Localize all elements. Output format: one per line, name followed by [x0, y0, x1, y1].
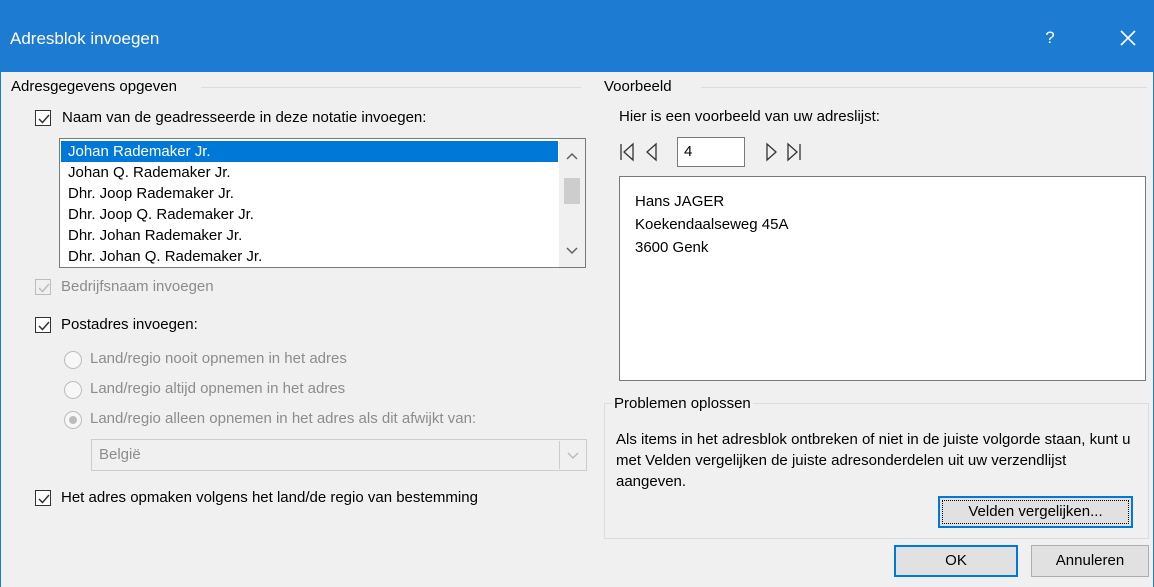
checkmark-icon: [38, 321, 50, 331]
list-item[interactable]: Johan Q. Rademaker Jr.: [68, 162, 231, 183]
company-name-label: Bedrijfsnaam invoegen: [61, 278, 214, 295]
preview-caption: Hier is een voorbeeld van uw adreslijst:: [619, 108, 880, 125]
preview-line: 3600 Genk: [635, 239, 709, 256]
scroll-up-icon[interactable]: [559, 148, 585, 170]
country-select[interactable]: België: [91, 439, 587, 471]
record-number-input[interactable]: 4: [677, 137, 745, 167]
country-never-label: Land/regio nooit opnemen in het adres: [90, 350, 347, 367]
dialog-title: Adresblok invoegen: [10, 29, 160, 48]
first-record-icon[interactable]: [619, 140, 637, 164]
chevron-down-icon[interactable]: [559, 441, 585, 469]
list-item[interactable]: Johan Rademaker Jr.: [61, 141, 558, 162]
country-always-label: Land/regio altijd opnemen in het adres: [90, 380, 346, 397]
country-differs-label: Land/regio alleen opnemen in het adres a…: [90, 410, 477, 427]
group-divider: [701, 87, 1147, 88]
title-bar: Adresblok invoegen ?: [0, 0, 1154, 72]
ok-button[interactable]: OK: [894, 545, 1018, 577]
address-preview-box: Hans JAGER Koekendaalseweg 45A 3600 Genk: [619, 176, 1146, 381]
preview-group-title: Voorbeeld: [604, 78, 672, 95]
match-fields-button[interactable]: Velden vergelijken...: [938, 496, 1133, 528]
help-button[interactable]: ?: [1035, 23, 1065, 53]
name-format-label: Naam van de geadresseerde in deze notati…: [62, 109, 427, 126]
match-fields-label: Velden vergelijken...: [942, 500, 1129, 524]
format-by-country-label: Het adres opmaken volgens het land/de re…: [61, 489, 478, 506]
name-format-listbox[interactable]: Johan Rademaker Jr. Johan Q. Rademaker J…: [59, 138, 586, 268]
list-item[interactable]: Dhr. Joop Rademaker Jr.: [68, 183, 234, 204]
group-divider: [201, 87, 581, 88]
address-details-group-title: Adresgegevens opgeven: [11, 78, 177, 95]
troubleshoot-title: Problemen oplossen: [612, 395, 753, 412]
close-icon: [1120, 30, 1136, 46]
list-item[interactable]: Dhr. Joop Q. Rademaker Jr.: [68, 204, 254, 225]
next-record-icon[interactable]: [763, 140, 781, 164]
preview-line: Hans JAGER: [635, 193, 725, 210]
format-by-country-checkbox[interactable]: [35, 490, 51, 506]
scroll-thumb[interactable]: [564, 178, 580, 204]
country-always-radio[interactable]: [64, 381, 82, 399]
postal-address-label: Postadres invoegen:: [61, 316, 198, 333]
country-differs-radio[interactable]: [64, 411, 82, 429]
company-name-checkbox[interactable]: [35, 279, 51, 295]
troubleshoot-text: Als items in het adresblok ontbreken of …: [616, 431, 1131, 490]
name-format-checkbox[interactable]: [35, 110, 51, 126]
listbox-scrollbar[interactable]: [559, 139, 585, 267]
country-select-value: België: [99, 446, 141, 463]
cancel-button[interactable]: Annuleren: [1031, 545, 1149, 577]
postal-address-checkbox[interactable]: [35, 317, 51, 333]
checkmark-icon: [38, 494, 50, 504]
preview-line: Koekendaalseweg 45A: [635, 216, 789, 233]
close-button[interactable]: [1110, 22, 1146, 54]
list-item[interactable]: Dhr. Johan Rademaker Jr.: [68, 225, 242, 246]
last-record-icon[interactable]: [785, 140, 803, 164]
dialog-body: Adresgegevens opgeven Naam van de geadre…: [0, 72, 1154, 587]
list-item[interactable]: Dhr. Johan Q. Rademaker Jr.: [68, 246, 262, 267]
previous-record-icon[interactable]: [643, 140, 661, 164]
checkmark-icon: [38, 114, 50, 124]
country-never-radio[interactable]: [64, 351, 82, 369]
scroll-down-icon[interactable]: [559, 243, 585, 265]
checkmark-icon: [38, 283, 50, 293]
